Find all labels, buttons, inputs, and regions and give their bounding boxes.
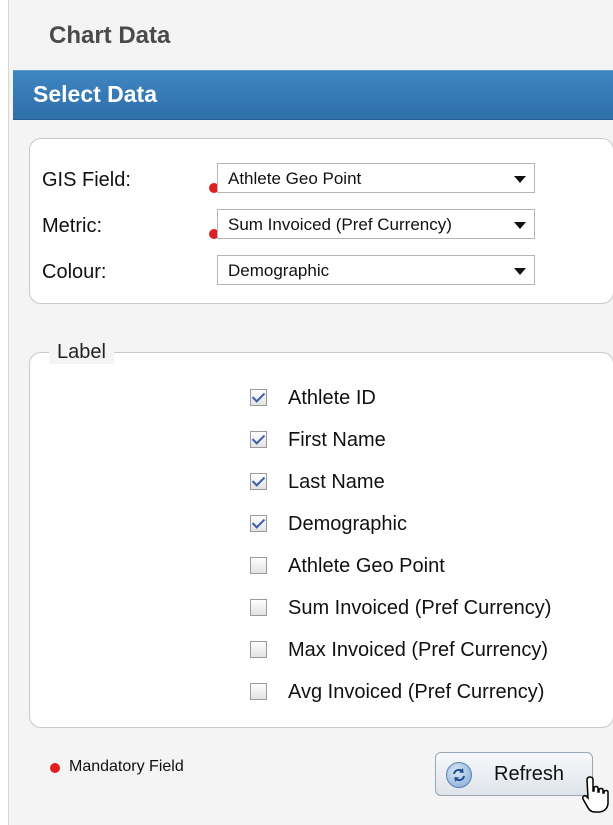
- metric-label: Metric:: [42, 215, 102, 237]
- checkbox[interactable]: [250, 431, 267, 448]
- section-title: Select Data: [33, 81, 158, 107]
- chevron-down-icon: [514, 268, 526, 275]
- checkbox-label: Demographic: [288, 513, 407, 535]
- checkbox[interactable]: [250, 473, 267, 490]
- hand-cursor-icon: [582, 776, 609, 813]
- chevron-down-icon: [514, 222, 526, 229]
- checkbox[interactable]: [250, 599, 267, 616]
- select-data-header: Select Data: [13, 70, 613, 120]
- metric-row: Metric: Sum Invoiced (Pref Currency): [42, 209, 602, 245]
- refresh-button[interactable]: Refresh: [435, 752, 593, 796]
- gis-field-label: GIS Field:: [42, 169, 131, 191]
- gis-field-value: Athlete Geo Point: [228, 169, 362, 188]
- gis-field-row: GIS Field: Athlete Geo Point: [42, 163, 602, 199]
- colour-value: Demographic: [228, 261, 330, 280]
- checkbox-label: Sum Invoiced (Pref Currency): [288, 597, 552, 619]
- gis-field-select[interactable]: Athlete Geo Point: [217, 163, 535, 193]
- check-icon: [251, 431, 266, 445]
- refresh-label: Refresh: [494, 763, 565, 785]
- checkbox[interactable]: [250, 557, 267, 574]
- panel-title: Chart Data: [49, 22, 171, 49]
- metric-select[interactable]: Sum Invoiced (Pref Currency): [217, 209, 535, 239]
- checkbox[interactable]: [250, 515, 267, 532]
- chevron-down-icon: [514, 176, 526, 183]
- check-icon: [251, 473, 266, 487]
- refresh-icon: [446, 762, 472, 788]
- chart-data-panel: Chart Data Select Data GIS Field: Athlet…: [8, 0, 613, 825]
- check-icon: [251, 389, 266, 403]
- colour-row: Colour: Demographic: [42, 255, 602, 291]
- checkbox-label: Avg Invoiced (Pref Currency): [288, 681, 545, 703]
- checkbox-label: Last Name: [288, 471, 385, 493]
- mandatory-indicator: [50, 763, 60, 773]
- checkbox-label: Athlete ID: [288, 387, 376, 409]
- checkbox-label: Athlete Geo Point: [288, 555, 445, 577]
- label-fieldset: Athlete ID First Name Last Name Demograp…: [29, 352, 613, 728]
- check-icon: [251, 515, 266, 529]
- field-selection-box: GIS Field: Athlete Geo Point Metric: Sum…: [29, 138, 613, 304]
- checkbox[interactable]: [250, 683, 267, 700]
- label-legend: Label: [49, 341, 114, 364]
- colour-label: Colour:: [42, 261, 107, 283]
- metric-value: Sum Invoiced (Pref Currency): [228, 215, 452, 234]
- checkbox-label: First Name: [288, 429, 386, 451]
- checkbox-label: Max Invoiced (Pref Currency): [288, 639, 549, 661]
- mandatory-field-note: Mandatory Field: [69, 758, 184, 775]
- checkbox[interactable]: [250, 389, 267, 406]
- checkbox[interactable]: [250, 641, 267, 658]
- colour-select[interactable]: Demographic: [217, 255, 535, 285]
